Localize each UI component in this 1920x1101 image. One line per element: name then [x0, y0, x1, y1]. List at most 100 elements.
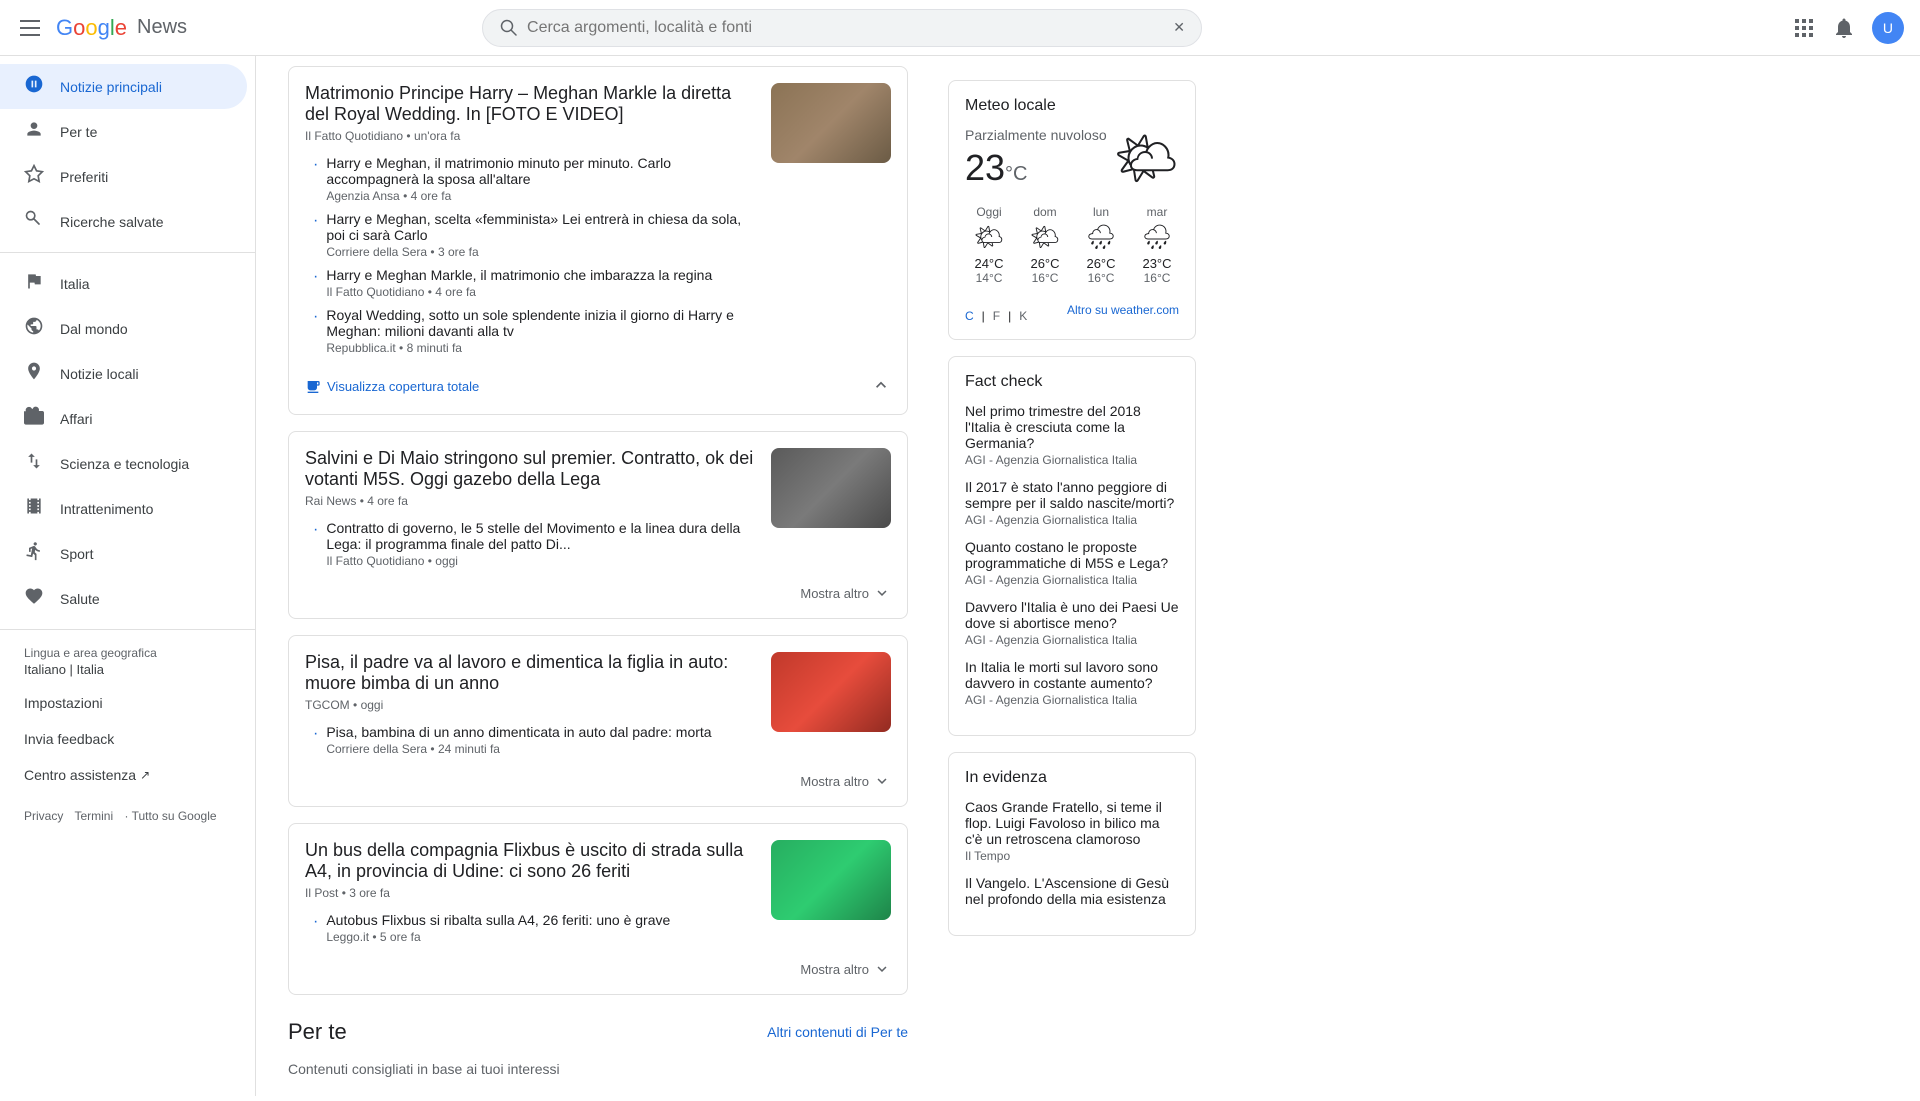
sub-source: Corriere della Sera • 24 minuti fa [326, 742, 755, 756]
forecast-icon: 🌤 [1030, 223, 1060, 252]
forecast-today: Oggi 🌤 24°C 14°C [965, 205, 1013, 285]
intrattenimento-icon [24, 496, 44, 521]
hamburger-menu[interactable] [16, 16, 44, 40]
source-name: TGCOM [305, 698, 350, 712]
show-more-label: Mostra altro [800, 774, 869, 789]
weather-unit-links: C | F | K [965, 309, 1027, 323]
fact-question[interactable]: Il 2017 è stato l'anno peggiore di sempr… [965, 479, 1179, 511]
sub-title[interactable]: Pisa, bambina di un anno dimenticata in … [326, 724, 755, 740]
clear-search-icon[interactable]: ✕ [1173, 19, 1185, 36]
forecast-hi: 26°C [1030, 256, 1059, 271]
sidebar-item-dal-mondo[interactable]: Dal mondo [0, 306, 247, 351]
sub-article: · Autobus Flixbus si ribalta sulla A4, 2… [305, 912, 755, 944]
article-title[interactable]: Un bus della compagnia Flixbus è uscito … [305, 840, 755, 882]
kelvin-link[interactable]: K [1019, 309, 1027, 323]
sidebar-item-label: Italia [60, 276, 90, 292]
fact-question[interactable]: Quanto costano le proposte programmatich… [965, 539, 1179, 571]
sidebar-item-sport[interactable]: Sport [0, 531, 247, 576]
evidenza-article-title[interactable]: Caos Grande Fratello, si teme il flop. L… [965, 799, 1179, 847]
sidebar-item-label: Preferiti [60, 169, 108, 185]
article-source: Il Post • 3 ore fa [305, 886, 755, 900]
scienza-icon [24, 451, 44, 476]
fact-check-widget: Fact check Nel primo trimestre del 2018 … [948, 356, 1196, 736]
article-image [771, 652, 891, 732]
sub-article: · Pisa, bambina di un anno dimenticata i… [305, 724, 755, 756]
sidebar-item-notizie-principali[interactable]: Notizie principali [0, 64, 247, 109]
sub-title[interactable]: Royal Wedding, sotto un sole splendente … [326, 307, 755, 339]
sidebar-item-impostazioni[interactable]: Impostazioni [0, 685, 247, 721]
apps-icon[interactable] [1792, 16, 1816, 40]
coverage-button[interactable]: Visualizza copertura totale [305, 379, 479, 395]
sidebar-item-scienza-tecnologia[interactable]: Scienza e tecnologia [0, 441, 247, 486]
fact-question[interactable]: Davvero l'Italia è uno dei Paesi Ue dove… [965, 599, 1179, 631]
sub-title[interactable]: Contratto di governo, le 5 stelle del Mo… [326, 520, 755, 552]
sub-title[interactable]: Harry e Meghan Markle, il matrimonio che… [326, 267, 755, 283]
search-bar[interactable]: ✕ [482, 9, 1202, 47]
fact-question[interactable]: Nel primo trimestre del 2018 l'Italia è … [965, 403, 1179, 451]
sidebar-item-preferiti[interactable]: Preferiti [0, 154, 247, 199]
fahrenheit-link[interactable]: F [993, 309, 1000, 323]
source-name: Il Post [305, 886, 338, 900]
sidebar-item-affari[interactable]: Affari [0, 396, 247, 441]
search-input[interactable] [527, 19, 1165, 37]
altri-contenuti-per-te-link[interactable]: Altri contenuti di Per te [767, 1024, 908, 1040]
article-title[interactable]: Salvini e Di Maio stringono sul premier.… [305, 448, 755, 490]
external-link-icon: ↗ [140, 768, 150, 782]
privacy-link[interactable]: Privacy [24, 809, 63, 823]
user-avatar[interactable]: U [1872, 12, 1904, 44]
article-pisa-bimba: Pisa, il padre va al lavoro e dimentica … [288, 635, 908, 807]
sub-title[interactable]: Autobus Flixbus si ribalta sulla A4, 26 … [326, 912, 755, 928]
per-te-title: Per te [288, 1019, 347, 1045]
article-image [771, 83, 891, 163]
sub-dot: · [313, 308, 318, 326]
about-link[interactable]: Tutto su Google [132, 809, 217, 823]
google-news-logo[interactable]: Google News [56, 15, 187, 41]
sidebar-item-label: Intrattenimento [60, 501, 153, 517]
show-more-label: Mostra altro [800, 962, 869, 977]
show-more-button[interactable]: Mostra altro [800, 772, 891, 790]
evidenza-article-title[interactable]: Il Vangelo. L'Ascensione di Gesù nel pro… [965, 875, 1179, 907]
show-more-button[interactable]: Mostra altro [800, 960, 891, 978]
sidebar-item-salute[interactable]: Salute [0, 576, 247, 621]
sidebar-item-intrattenimento[interactable]: Intrattenimento [0, 486, 247, 531]
sidebar-item-per-te[interactable]: Per te [0, 109, 247, 154]
dal-mondo-icon [24, 316, 44, 341]
sidebar-item-label: Salute [60, 591, 100, 607]
forecast-dom: dom 🌤 26°C 16°C [1021, 205, 1069, 285]
notification-icon[interactable] [1832, 16, 1856, 40]
sub-title[interactable]: Harry e Meghan, scelta «femminista» Lei … [326, 211, 755, 243]
fact-question[interactable]: In Italia le morti sul lavoro sono davve… [965, 659, 1179, 691]
sidebar-item-ricerche-salvate[interactable]: Ricerche salvate [0, 199, 247, 244]
per-te-header: Per te Altri contenuti di Per te [288, 1019, 908, 1045]
sub-article: · Harry e Meghan, il matrimonio minuto p… [305, 155, 755, 203]
celsius-link[interactable]: C [965, 309, 974, 323]
article-title[interactable]: Pisa, il padre va al lavoro e dimentica … [305, 652, 755, 694]
sidebar-item-feedback[interactable]: Invia feedback [0, 721, 247, 757]
article-salvini-maio: Salvini e Di Maio stringono sul premier.… [288, 431, 908, 619]
sub-content: Harry e Meghan, il matrimonio minuto per… [326, 155, 755, 203]
collapse-button[interactable] [871, 375, 891, 398]
article-main: Un bus della compagnia Flixbus è uscito … [305, 840, 891, 952]
article-footer: Visualizza copertura totale [305, 375, 891, 398]
sidebar-item-italia[interactable]: Italia [0, 261, 247, 306]
article-main: Matrimonio Principe Harry – Meghan Markl… [305, 83, 891, 363]
sub-content: Contratto di governo, le 5 stelle del Mo… [326, 520, 755, 568]
sub-title[interactable]: Harry e Meghan, il matrimonio minuto per… [326, 155, 755, 187]
weather-forecast: Oggi 🌤 24°C 14°C dom 🌤 26°C 16°C lun 🌧 2… [965, 205, 1179, 285]
per-te-section: Per te Altri contenuti di Per te Contenu… [288, 1019, 908, 1077]
sub-source: Il Fatto Quotidiano • oggi [326, 554, 755, 568]
sidebar-item-label: Notizie principali [60, 79, 162, 95]
sidebar-item-notizie-locali[interactable]: Notizie locali [0, 351, 247, 396]
article-content: Pisa, il padre va al lavoro e dimentica … [305, 652, 755, 764]
coverage-label: Visualizza copertura totale [327, 379, 479, 394]
sidebar-item-label: Scienza e tecnologia [60, 456, 189, 472]
forecast-label: dom [1033, 205, 1056, 219]
sidebar-item-label: Affari [60, 411, 92, 427]
sidebar-item-help[interactable]: Centro assistenza ↗ [0, 757, 247, 793]
language-setting[interactable]: Lingua e area geografica Italiano | Ital… [0, 638, 255, 685]
weather-unit: °C [1005, 163, 1027, 186]
article-title[interactable]: Matrimonio Principe Harry – Meghan Markl… [305, 83, 755, 125]
terms-link[interactable]: Termini [74, 809, 113, 823]
weather-more-link[interactable]: Altro su weather.com [1067, 303, 1179, 317]
show-more-button[interactable]: Mostra altro [800, 584, 891, 602]
